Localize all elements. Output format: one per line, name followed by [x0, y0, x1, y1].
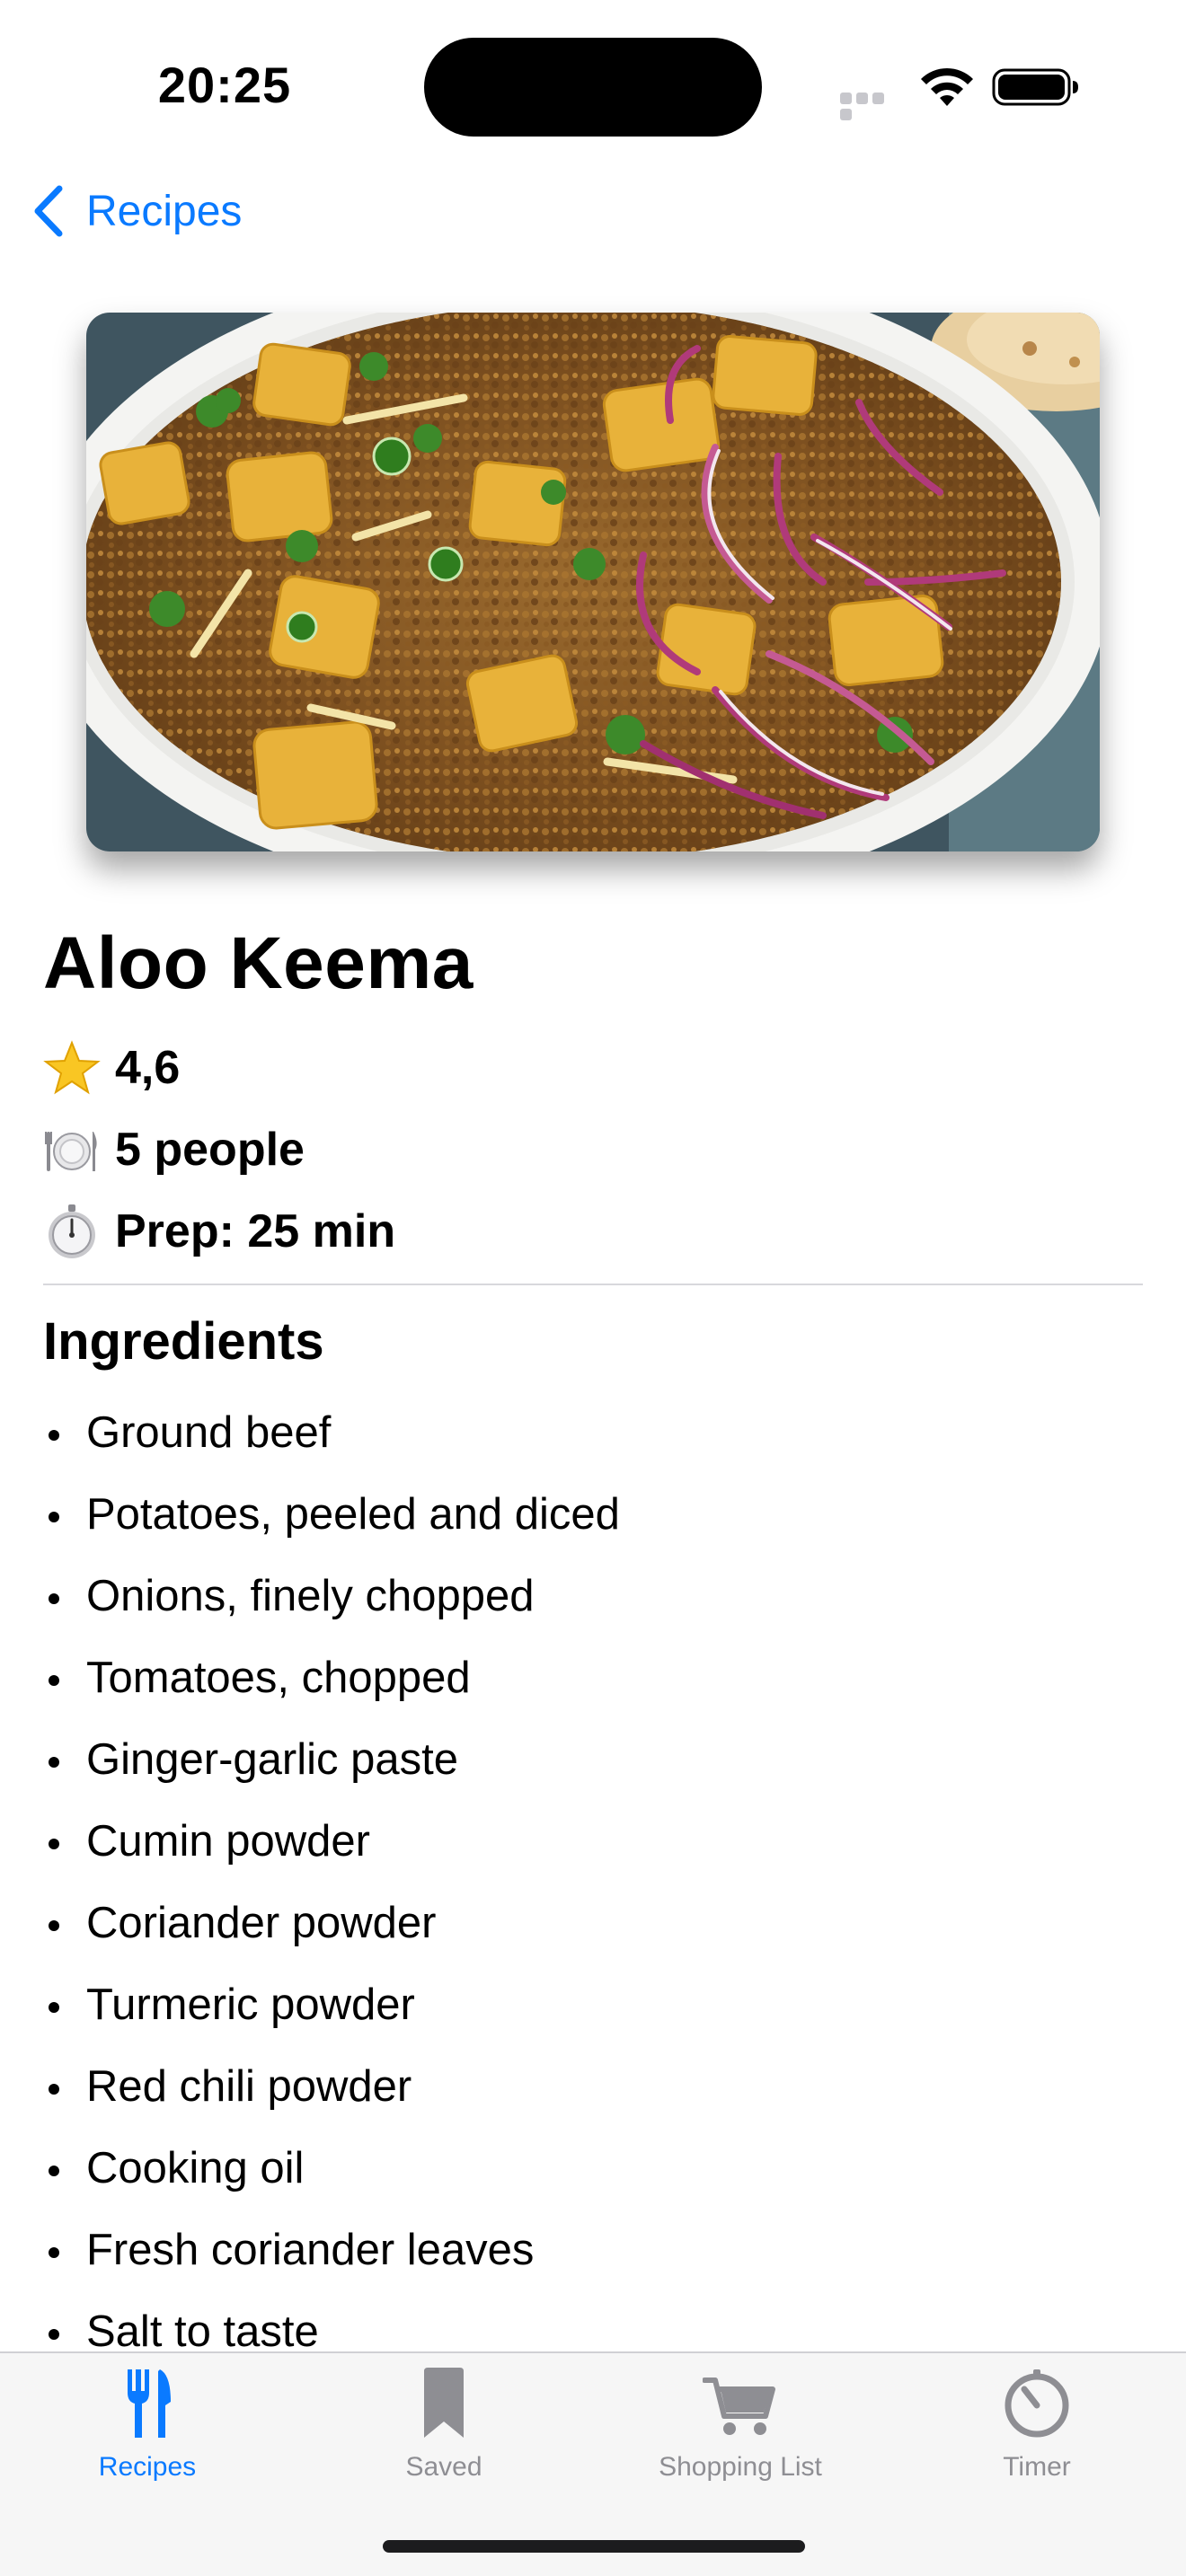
ingredient-item: Ground beef [43, 1401, 620, 1483]
stopwatch-icon [49, 1204, 95, 1258]
ingredient-item: Red chili powder [43, 2055, 620, 2137]
ingredient-item: Cooking oil [43, 2137, 620, 2219]
home-indicator [383, 2540, 805, 2553]
prep-time-row: Prep: 25 min [43, 1200, 395, 1263]
tab-timer-label: Timer [1003, 2452, 1071, 2482]
tab-recipes-label: Recipes [98, 2452, 197, 2482]
star-icon [43, 1040, 101, 1095]
tab-saved[interactable]: Saved [309, 2366, 579, 2501]
tab-recipes[interactable]: Recipes [13, 2366, 282, 2501]
recipe-title: Aloo Keema [43, 922, 474, 1004]
status-bar: 20:25 [0, 0, 1186, 180]
ingredient-item: Turmeric powder [43, 1973, 620, 2055]
rating-value: 4,6 [115, 1042, 181, 1094]
ingredient-item: Tomatoes, chopped [43, 1646, 620, 1728]
timer-icon [1005, 2369, 1069, 2438]
status-time: 20:25 [157, 57, 292, 113]
battery-icon [992, 68, 1078, 106]
prep-time-value: Prep: 25 min [115, 1205, 396, 1257]
section-divider [43, 1284, 1143, 1285]
ingredients-heading: Ingredients [43, 1312, 324, 1371]
ingredient-item: Onions, finely chopped [43, 1565, 620, 1646]
rating-row: 4,6 [43, 1037, 180, 1099]
cellular-signal-icon [840, 93, 903, 120]
bookmark-icon [424, 2368, 464, 2438]
servings-value: 5 people [115, 1124, 305, 1176]
back-button[interactable]: Recipes [31, 180, 242, 243]
recipe-detail-screen: 20:25 Recipes Aloo Keema 4,6 5 people Pr… [0, 0, 1186, 2576]
plate-cutlery-icon [45, 1132, 97, 1171]
recipe-hero-image [86, 313, 1100, 851]
tab-shopping-list-label: Shopping List [659, 2452, 822, 2482]
tab-saved-label: Saved [405, 2452, 482, 2482]
dynamic-island [424, 38, 762, 137]
ingredient-item: Potatoes, peeled and diced [43, 1483, 620, 1565]
servings-row: 5 people [43, 1118, 305, 1181]
tab-timer[interactable]: Timer [902, 2366, 1172, 2501]
ingredients-list: Ground beef Potatoes, peeled and diced O… [43, 1401, 620, 2382]
chevron-left-icon [34, 185, 63, 237]
wifi-icon [921, 67, 973, 106]
ingredient-item: Coriander powder [43, 1892, 620, 1973]
fork-knife-icon [128, 2369, 171, 2438]
cart-icon [703, 2378, 775, 2435]
back-button-label: Recipes [86, 187, 243, 235]
ingredient-item: Cumin powder [43, 1810, 620, 1892]
tab-shopping-list[interactable]: Shopping List [606, 2366, 875, 2501]
ingredient-item: Ginger-garlic paste [43, 1728, 620, 1810]
aloo-keema-photo [86, 313, 1100, 851]
ingredient-item: Fresh coriander leaves [43, 2219, 620, 2300]
